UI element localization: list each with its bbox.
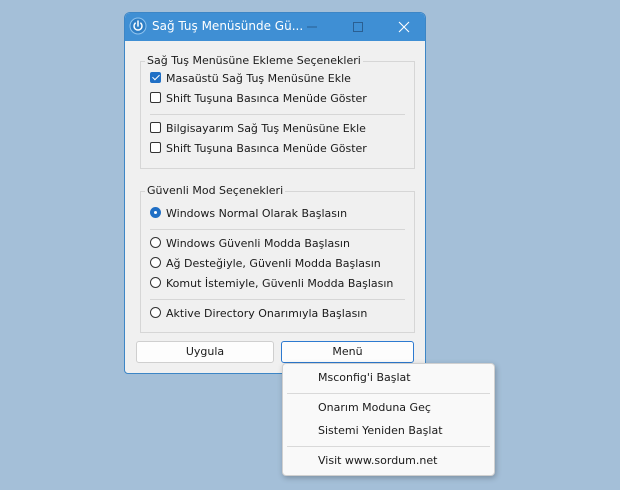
desktop-context-label: Masaüstü Sağ Tuş Menüsüne Ekle	[166, 72, 351, 85]
radio-icon	[150, 257, 161, 268]
close-icon	[398, 21, 410, 33]
apply-button[interactable]: Uygula	[136, 341, 274, 363]
menu-item-repair-mode[interactable]: Onarım Moduna Geç	[318, 401, 431, 414]
checkbox-icon	[150, 142, 161, 153]
desktop-shift-label: Shift Tuşuna Basınca Menüde Göster	[166, 92, 367, 105]
directory-repair-label: Aktive Directory Onarımıyla Başlasın	[166, 307, 368, 320]
menu-divider	[287, 393, 490, 394]
context-menu: Msconfig'i Başlat Onarım Moduna Geç Sist…	[282, 363, 495, 476]
radio-icon	[150, 237, 161, 248]
checkbox-checked-icon	[150, 72, 161, 83]
context-menu-options-title: Sağ Tuş Menüsüne Ekleme Seçenekleri	[145, 54, 363, 67]
divider	[150, 114, 405, 115]
menu-item-visit-site[interactable]: Visit www.sordum.net	[318, 454, 437, 467]
radio-selected-icon	[150, 207, 161, 218]
minimize-button[interactable]	[289, 13, 335, 41]
minimize-icon	[307, 26, 317, 28]
menu-item-msconfig[interactable]: Msconfig'i Başlat	[318, 371, 411, 384]
app-window: Sağ Tuş Menüsünde Gü... Sağ Tuş Menüsüne…	[124, 12, 426, 374]
window-title: Sağ Tuş Menüsünde Gü...	[152, 19, 304, 33]
normal-mode-label: Windows Normal Olarak Başlasın	[166, 207, 348, 220]
menu-button[interactable]: Menü	[281, 341, 414, 363]
computer-shift-label: Shift Tuşuna Basınca Menüde Göster	[166, 142, 367, 155]
maximize-icon	[353, 22, 363, 32]
safe-mode-options-title: Güvenli Mod Seçenekleri	[145, 184, 286, 197]
divider	[150, 229, 405, 230]
safe-mode-label: Windows Güvenli Modda Başlasın	[166, 237, 350, 250]
computer-context-label: Bilgisayarım Sağ Tuş Menüsüne Ekle	[166, 122, 366, 135]
menu-item-restart[interactable]: Sistemi Yeniden Başlat	[318, 424, 443, 437]
safe-mode-network-label: Ağ Desteğiyle, Güvenli Modda Başlasın	[166, 257, 381, 270]
checkbox-icon	[150, 122, 161, 133]
checkbox-icon	[150, 92, 161, 103]
title-bar[interactable]: Sağ Tuş Menüsünde Gü...	[125, 13, 425, 41]
close-button[interactable]	[381, 13, 425, 41]
maximize-button[interactable]	[335, 13, 381, 41]
power-icon	[129, 17, 147, 35]
divider	[150, 299, 405, 300]
safe-mode-command-label: Komut İstemiyle, Güvenli Modda Başlasın	[166, 277, 394, 290]
radio-icon	[150, 277, 161, 288]
menu-divider	[287, 446, 490, 447]
radio-icon	[150, 307, 161, 318]
